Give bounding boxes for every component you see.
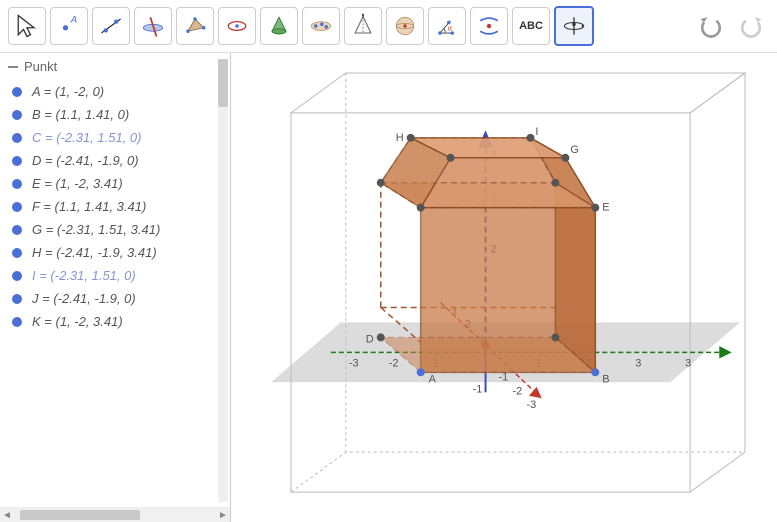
- svg-text:G: G: [570, 144, 579, 156]
- x-tick: -3: [349, 357, 359, 369]
- scrollbar-horizontal[interactable]: ◄ ►: [0, 507, 230, 522]
- tool-perpendicular[interactable]: [134, 7, 172, 45]
- point-label: F = (1.1, 1.41, 3.41): [32, 199, 146, 214]
- collapse-icon: [8, 66, 18, 68]
- svg-text:H: H: [396, 132, 404, 144]
- point-item[interactable]: K = (1, -2, 3.41): [0, 310, 230, 333]
- point-item[interactable]: C = (-2.31, 1.51, 0): [0, 126, 230, 149]
- point-label: D = (-2.41, -1.9, 0): [32, 153, 139, 168]
- svg-text:A: A: [70, 15, 77, 26]
- svg-text:B: B: [602, 373, 609, 385]
- point-item[interactable]: G = (-2.31, 1.51, 3.41): [0, 218, 230, 241]
- z-tick-neg: -1: [473, 383, 483, 395]
- x-tick: 3: [685, 357, 691, 369]
- point-dot-icon: [12, 156, 22, 166]
- point-dot-icon: [12, 110, 22, 120]
- point-dot-icon: [12, 225, 22, 235]
- point-item[interactable]: J = (-2.41, -1.9, 0): [0, 287, 230, 310]
- point-label: J = (-2.41, -1.9, 0): [32, 291, 136, 306]
- undo-button[interactable]: [693, 8, 729, 44]
- tool-pyramid[interactable]: [344, 7, 382, 45]
- scrollbar-vertical[interactable]: [218, 59, 228, 502]
- tool-points[interactable]: [302, 7, 340, 45]
- toolbar: A α ABC: [0, 0, 777, 53]
- point-item[interactable]: A = (1, -2, 0): [0, 80, 230, 103]
- x-tick: 3: [635, 357, 641, 369]
- point-label: K = (1, -2, 3.41): [32, 314, 123, 329]
- point-dot-icon: [12, 202, 22, 212]
- svg-text:α: α: [448, 25, 452, 32]
- y-tick: -3: [526, 399, 536, 411]
- tool-angle[interactable]: α: [428, 7, 466, 45]
- algebra-panel: Punkt A = (1, -2, 0) B = (1.1, 1.41, 0) C …: [0, 53, 231, 522]
- scrollbar-thumb[interactable]: [218, 59, 228, 107]
- tool-sphere[interactable]: [386, 7, 424, 45]
- tool-cone[interactable]: [260, 7, 298, 45]
- point-item[interactable]: H = (-2.41, -1.9, 3.41): [0, 241, 230, 264]
- point-dot-icon: [12, 271, 22, 281]
- point-item[interactable]: B = (1.1, 1.41, 0): [0, 103, 230, 126]
- y-tick: -2: [512, 385, 522, 397]
- svg-text:I: I: [535, 126, 538, 138]
- group-label: Punkt: [24, 59, 57, 74]
- group-header[interactable]: Punkt: [0, 53, 230, 80]
- svg-text:D: D: [366, 333, 374, 345]
- point-dot-icon: [12, 87, 22, 97]
- point-label: H = (-2.41, -1.9, 3.41): [32, 245, 157, 260]
- tool-move[interactable]: [8, 7, 46, 45]
- scroll-left-icon[interactable]: ◄: [0, 508, 14, 522]
- point-label: B = (1.1, 1.41, 0): [32, 107, 129, 122]
- tool-circle[interactable]: [218, 7, 256, 45]
- point-dot-icon: [12, 248, 22, 258]
- point-dot-icon: [12, 179, 22, 189]
- tool-text[interactable]: ABC: [512, 7, 550, 45]
- point-label: A = (1, -2, 0): [32, 84, 104, 99]
- x-tick: -2: [389, 357, 399, 369]
- point-item[interactable]: D = (-2.41, -1.9, 0): [0, 149, 230, 172]
- point-dot-icon: [12, 294, 22, 304]
- tool-polygon[interactable]: [176, 7, 214, 45]
- point-label: I = (-2.31, 1.51, 0): [32, 268, 136, 283]
- point-label: G = (-2.31, 1.51, 3.41): [32, 222, 160, 237]
- point-dot-icon: [12, 317, 22, 327]
- y-tick: -1: [499, 371, 509, 383]
- solid-house: [381, 138, 596, 373]
- redo-button[interactable]: [733, 8, 769, 44]
- abc-label: ABC: [519, 20, 543, 32]
- svg-text:E: E: [602, 202, 609, 214]
- tool-rotate-view[interactable]: [554, 6, 594, 46]
- point-label: E = (1, -2, 3.41): [32, 176, 123, 191]
- point-item[interactable]: E = (1, -2, 3.41): [0, 172, 230, 195]
- tool-point[interactable]: A: [50, 7, 88, 45]
- point-dot-icon: [12, 133, 22, 143]
- svg-text:A: A: [429, 373, 437, 385]
- scroll-right-icon[interactable]: ►: [216, 508, 230, 522]
- tool-line[interactable]: [92, 7, 130, 45]
- scrollbar-h-thumb[interactable]: [20, 510, 140, 520]
- tool-intersect[interactable]: [470, 7, 508, 45]
- point-item[interactable]: F = (1.1, 1.41, 3.41): [0, 195, 230, 218]
- point-item[interactable]: I = (-2.31, 1.51, 0): [0, 264, 230, 287]
- point-label: C = (-2.31, 1.51, 0): [32, 130, 141, 145]
- point-list: A = (1, -2, 0) B = (1.1, 1.41, 0) C = (-2.…: [0, 80, 230, 507]
- graphics-3d-view[interactable]: -3 -2 -1 1 2 3 3 -1 -2 -3 2 3: [231, 53, 777, 522]
